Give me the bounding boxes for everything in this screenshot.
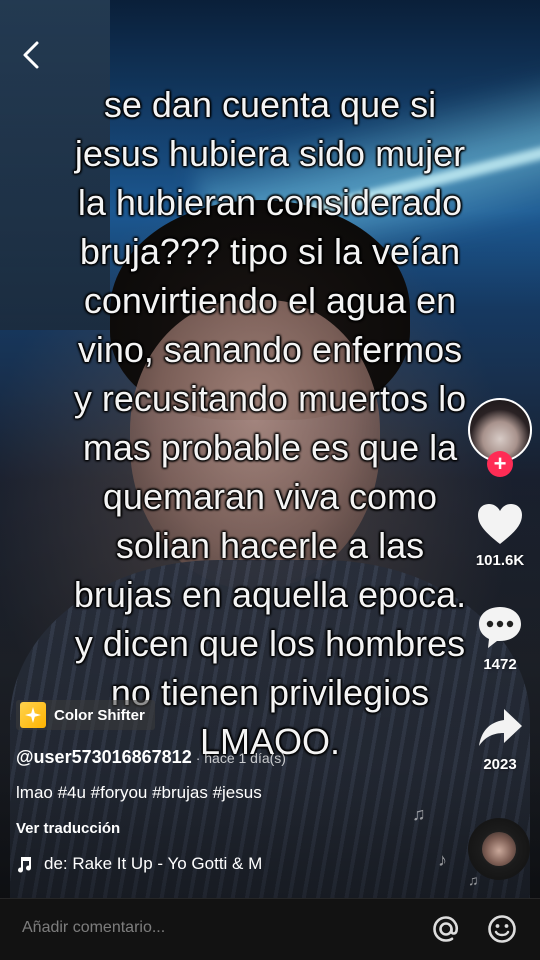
username-link[interactable]: @user573016867812 — [16, 747, 192, 768]
chevron-left-icon — [23, 41, 39, 69]
comment-button[interactable]: 1472 — [468, 604, 532, 673]
back-button[interactable] — [14, 36, 48, 74]
floating-music-note-icon: ♫ — [412, 804, 426, 824]
sound-disc-button[interactable] — [468, 818, 530, 880]
sound-title: de: Rake It Up - Yo Gotti & M — [44, 854, 263, 873]
emoji-button[interactable] — [486, 913, 518, 945]
music-note-icon — [18, 857, 32, 873]
effect-sparkle-icon — [20, 702, 46, 728]
like-button[interactable]: 101.6K — [468, 502, 532, 569]
at-sign-icon — [433, 916, 459, 942]
share-button[interactable]: 2023 — [468, 706, 532, 773]
post-caption[interactable]: lmao #4u #foryou #brujas #jesus — [16, 783, 262, 803]
smiley-icon — [488, 915, 516, 943]
speech-bubble-icon — [479, 607, 521, 648]
floating-music-note-icon: ♪ — [438, 850, 447, 870]
floating-music-note-icon: ♫ — [468, 872, 479, 888]
comment-bar: Añadir comentario... — [0, 898, 540, 960]
effect-tag[interactable]: Color Shifter — [16, 700, 155, 730]
like-count: 101.6K — [475, 552, 525, 569]
share-arrow-icon — [479, 709, 522, 746]
video-overlay-text: se dan cuenta que si jesus hubiera sido … — [73, 84, 467, 762]
effect-label: Color Shifter — [54, 706, 145, 724]
follow-button[interactable]: + — [487, 451, 513, 477]
post-author-row: @user573016867812 · hace 1 día(s) — [16, 747, 286, 768]
mention-button[interactable] — [430, 913, 462, 945]
comment-count: 1472 — [483, 656, 517, 673]
sound-cover-image — [482, 832, 516, 866]
post-timestamp: · hace 1 día(s) — [195, 750, 286, 766]
heart-icon — [478, 504, 522, 544]
share-count: 2023 — [483, 756, 517, 773]
translate-button[interactable]: Ver traducción — [16, 820, 120, 837]
sound-link[interactable]: de: Rake It Up - Yo Gotti & M — [16, 854, 284, 874]
comment-input[interactable]: Añadir comentario... — [22, 919, 165, 937]
